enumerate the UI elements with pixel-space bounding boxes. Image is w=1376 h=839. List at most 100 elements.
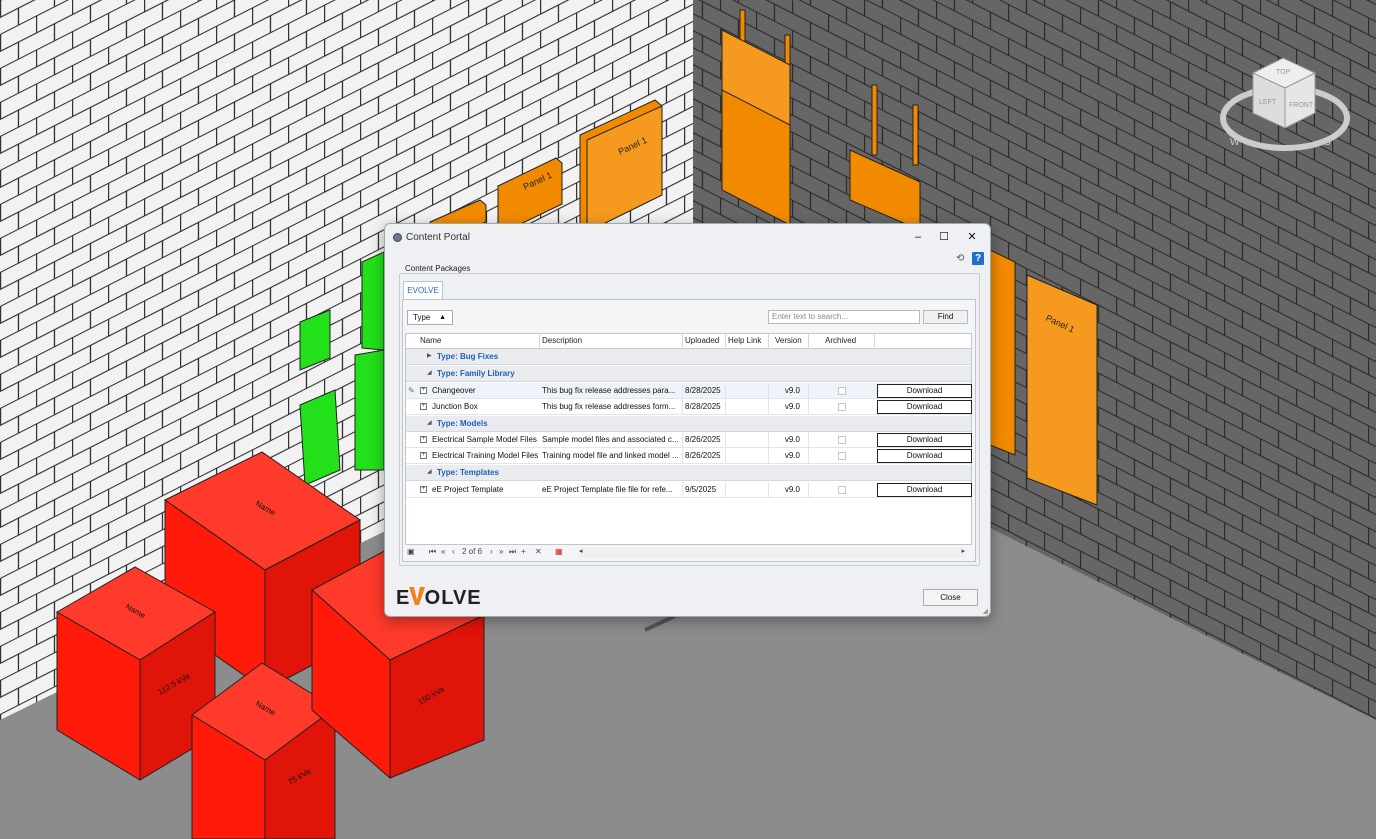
download-button[interactable]: Download bbox=[877, 449, 972, 463]
group-row[interactable]: ◢ Type: Models bbox=[406, 416, 971, 432]
cell-name: Electrical Training Model Files bbox=[432, 451, 539, 460]
dialog-title: Content Portal bbox=[406, 232, 470, 243]
add-icon[interactable]: + bbox=[521, 547, 526, 556]
type-button-label: Type bbox=[413, 313, 431, 322]
archived-checkbox[interactable] bbox=[838, 452, 846, 460]
cell-description: This bug fix release addresses para... bbox=[540, 383, 683, 399]
sort-up-icon: ▲ bbox=[439, 314, 446, 321]
pencil-icon: ✎ bbox=[408, 386, 415, 395]
archived-checkbox[interactable] bbox=[838, 436, 846, 444]
cell-help-link[interactable] bbox=[726, 432, 769, 448]
app-icon bbox=[393, 233, 402, 242]
table-row[interactable]: + Junction Box This bug fix release addr… bbox=[406, 399, 972, 415]
cell-description: Sample model files and associated c... bbox=[540, 432, 683, 448]
group-row[interactable]: ◢ Type: Family Library bbox=[406, 366, 971, 382]
next-page-block-icon[interactable]: » bbox=[499, 547, 503, 556]
export-icon[interactable]: ▦ bbox=[555, 547, 563, 556]
col-version[interactable]: Version bbox=[769, 334, 809, 349]
collapse-arrow-icon[interactable]: ◢ bbox=[427, 468, 432, 475]
download-button[interactable]: Download bbox=[877, 433, 972, 447]
minimize-button[interactable]: – bbox=[907, 230, 929, 244]
title-bar[interactable]: Content Portal – ☐ ✕ bbox=[385, 224, 990, 251]
cell-description: eE Project Template file file for refe..… bbox=[540, 482, 683, 498]
cell-version: v9.0 bbox=[769, 383, 809, 399]
collapse-arrow-icon[interactable]: ◢ bbox=[427, 369, 432, 376]
viewcube-front: FRONT bbox=[1289, 102, 1314, 109]
viewcube-top: TOP bbox=[1276, 69, 1291, 76]
cell-uploaded: 9/5/2025 bbox=[683, 482, 726, 498]
col-archived[interactable]: Archived bbox=[809, 334, 875, 349]
content-portal-dialog: Content Portal – ☐ ✕ ⟲ ? Content Package… bbox=[384, 223, 991, 617]
find-button[interactable]: Find bbox=[923, 310, 968, 324]
cell-help-link[interactable] bbox=[726, 448, 769, 464]
close-button[interactable]: Close bbox=[923, 589, 978, 606]
cell-version: v9.0 bbox=[769, 482, 809, 498]
cell-description: Training model file and linked model ... bbox=[540, 448, 683, 464]
group-label: Type: Models bbox=[437, 419, 488, 428]
collapse-arrow-icon[interactable]: ◢ bbox=[427, 419, 432, 426]
cell-uploaded: 8/26/2025 bbox=[683, 448, 726, 464]
expand-row-icon[interactable]: + bbox=[420, 452, 427, 459]
scroll-right-icon[interactable]: ▸ bbox=[961, 547, 965, 555]
col-name[interactable]: Name bbox=[418, 334, 540, 349]
cell-uploaded: 8/26/2025 bbox=[683, 432, 726, 448]
refresh-icon[interactable]: ⟲ bbox=[956, 253, 964, 264]
table-row[interactable]: ✎ + Changeover This bug fix release addr… bbox=[406, 383, 972, 399]
cell-name: Changeover bbox=[432, 386, 476, 395]
tab-evolve[interactable]: EVOLVE bbox=[403, 281, 443, 299]
col-description[interactable]: Description bbox=[540, 334, 683, 349]
first-page-icon[interactable]: ⏮ bbox=[429, 547, 436, 557]
download-button[interactable]: Download bbox=[877, 483, 972, 497]
last-page-icon[interactable]: ⏭ bbox=[509, 547, 516, 557]
prev-page-icon[interactable]: ‹ bbox=[452, 547, 455, 556]
archived-checkbox[interactable] bbox=[838, 486, 846, 494]
group-row[interactable]: ◢ Type: Templates bbox=[406, 465, 971, 481]
compass-w: W bbox=[1230, 137, 1240, 148]
save-icon[interactable]: ▣ bbox=[407, 547, 415, 556]
expand-row-icon[interactable]: + bbox=[420, 403, 427, 410]
cell-uploaded: 8/28/2025 bbox=[683, 383, 726, 399]
type-group-button[interactable]: Type ▲ bbox=[407, 310, 453, 325]
expand-row-icon[interactable]: + bbox=[420, 486, 427, 493]
expand-row-icon[interactable]: + bbox=[420, 387, 427, 394]
viewcube-left: LEFT bbox=[1259, 99, 1277, 106]
next-page-icon[interactable]: › bbox=[490, 547, 493, 556]
download-button[interactable]: Download bbox=[877, 384, 972, 398]
cell-name: Junction Box bbox=[432, 402, 478, 411]
compass-s: S bbox=[1324, 137, 1331, 148]
expand-row-icon[interactable]: + bbox=[420, 436, 427, 443]
table-row[interactable]: + eE Project Template eE Project Templat… bbox=[406, 482, 972, 498]
col-uploaded[interactable]: Uploaded bbox=[683, 334, 726, 349]
help-icon[interactable]: ? bbox=[972, 252, 984, 265]
cell-name: Electrical Sample Model Files bbox=[432, 435, 537, 444]
cell-uploaded: 8/28/2025 bbox=[683, 399, 726, 415]
maximize-button[interactable]: ☐ bbox=[933, 230, 955, 244]
cell-help-link[interactable] bbox=[726, 383, 769, 399]
archived-checkbox[interactable] bbox=[838, 387, 846, 395]
resize-grip-icon[interactable]: ◢ bbox=[983, 607, 988, 615]
table-row[interactable]: + Electrical Sample Model Files Sample m… bbox=[406, 432, 972, 448]
download-button[interactable]: Download bbox=[877, 400, 972, 414]
expand-arrow-icon[interactable]: ▶ bbox=[427, 352, 432, 359]
cell-help-link[interactable] bbox=[726, 399, 769, 415]
group-row[interactable]: ▶ Type: Bug Fixes bbox=[406, 349, 971, 365]
grid-navigator: ▣ ⏮ « ‹ 2 of 6 › » ⏭ + ✕ ▦ ◂ ▸ bbox=[405, 545, 972, 560]
packages-grid: Name Description Uploaded Help Link Vers… bbox=[405, 333, 972, 545]
delete-icon[interactable]: ✕ bbox=[535, 547, 542, 556]
grid-header: Name Description Uploaded Help Link Vers… bbox=[406, 334, 971, 349]
close-window-button[interactable]: ✕ bbox=[961, 230, 983, 244]
col-help-link[interactable]: Help Link bbox=[726, 334, 769, 349]
group-label: Type: Bug Fixes bbox=[437, 352, 499, 361]
table-row[interactable]: + Electrical Training Model Files Traini… bbox=[406, 448, 972, 464]
archived-checkbox[interactable] bbox=[838, 403, 846, 411]
prev-page-block-icon[interactable]: « bbox=[441, 547, 445, 556]
cell-name: eE Project Template bbox=[432, 485, 504, 494]
scroll-left-icon[interactable]: ◂ bbox=[579, 547, 583, 555]
group-label: Type: Family Library bbox=[437, 369, 515, 378]
search-input[interactable]: Enter text to search... bbox=[768, 310, 920, 324]
horizontal-scrollbar[interactable]: ◂ ▸ bbox=[578, 547, 966, 558]
cell-help-link[interactable] bbox=[726, 482, 769, 498]
content-packages-label: Content Packages bbox=[405, 264, 471, 273]
cell-version: v9.0 bbox=[769, 399, 809, 415]
logo-v-mark bbox=[409, 587, 425, 605]
